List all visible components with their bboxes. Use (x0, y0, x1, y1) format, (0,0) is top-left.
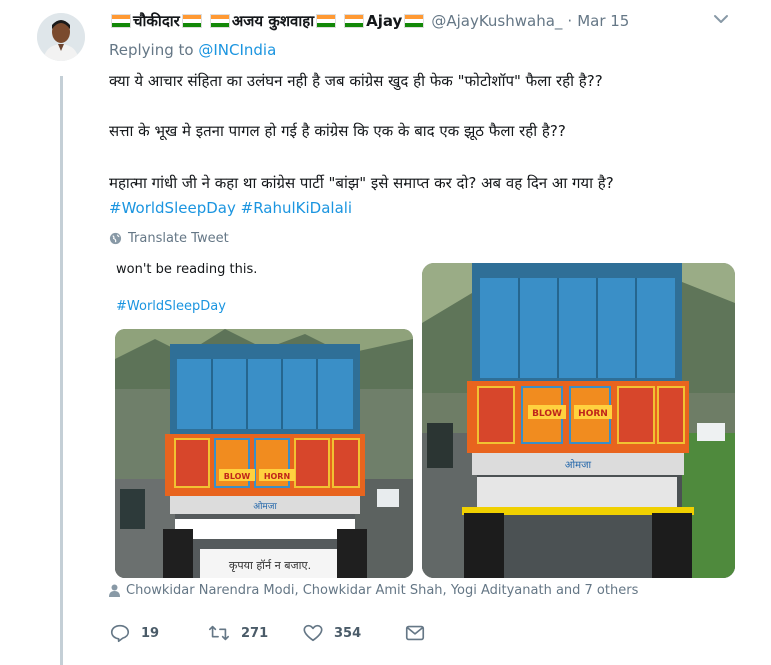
reply-icon (110, 624, 130, 643)
translate-tweet[interactable]: Translate Tweet (109, 231, 229, 246)
tweet-line-3: महात्मा गांधी जी ने कहा था कांग्रेस पार्… (109, 174, 614, 192)
media-image-right[interactable]: BLOW HORN ओमजा (422, 263, 735, 578)
thread-line (60, 76, 63, 665)
avatar[interactable] (37, 13, 85, 61)
blow-sign: BLOW (224, 472, 251, 481)
reply-button[interactable]: 19 (109, 622, 207, 644)
tweet-timestamp[interactable]: Mar 15 (577, 12, 629, 30)
media-image-left[interactable]: won't be reading this. #WorldSleepDay BL… (107, 255, 416, 578)
tweet-actions: 19 271 354 (109, 618, 426, 648)
author-name-part2[interactable]: अजय कुशवाहा (232, 11, 314, 31)
envelope-icon (405, 625, 425, 641)
tweet-line-2: सत्ता के भूख मे इतना पागल हो गई है कांग्… (109, 122, 566, 140)
truck-plate-text: कृपया हॉर्न न बजाए. (229, 559, 311, 572)
globe-icon (109, 232, 122, 245)
separator-dot: · (567, 12, 573, 30)
truck-brand-left: ओमजा (253, 500, 277, 512)
direct-message-button[interactable] (404, 622, 426, 644)
author-handle[interactable]: @AjayKushwaha_ (431, 12, 562, 30)
tweet-hashtags: #WorldSleepDay #RahulKiDalali (109, 198, 352, 219)
translate-label: Translate Tweet (128, 231, 229, 246)
chevron-down-icon[interactable] (710, 8, 732, 30)
tweet-line-1: क्या ये आचार संहिता का उलंघन नही है जब क… (109, 72, 603, 90)
replying-to-label: Replying to (109, 41, 194, 59)
heart-icon (303, 624, 323, 642)
india-flag-icon (209, 14, 230, 28)
horn-sign-right: HORN (578, 409, 608, 419)
person-icon (109, 584, 120, 597)
retweeted-by[interactable]: Chowkidar Narendra Modi, Chowkidar Amit … (109, 583, 638, 598)
author-name-part3[interactable]: Ajay (366, 12, 402, 30)
like-button[interactable]: 354 (302, 622, 404, 644)
retweet-count: 271 (241, 625, 269, 641)
embedded-hashtag: #WorldSleepDay (116, 299, 226, 314)
india-flag-icon (344, 14, 365, 28)
retweeted-by-text: Chowkidar Narendra Modi, Chowkidar Amit … (126, 583, 639, 598)
hashtag-rahul-ki-dalali[interactable]: #RahulKiDalali (241, 199, 352, 217)
replying-to-handle[interactable]: @INCIndia (198, 41, 276, 59)
avatar-image (37, 13, 85, 61)
tweet-header: चौकीदार अजय कुशवाहा Ajay @AjayKushwaha_ … (109, 9, 629, 33)
horn-sign: HORN (264, 472, 290, 481)
india-flag-icon (316, 14, 337, 28)
truck-brand-right: ओमजा (565, 459, 592, 471)
embedded-caption: won't be reading this. (116, 262, 258, 277)
like-count: 354 (334, 625, 362, 641)
reply-count: 19 (141, 625, 160, 641)
author-name-part1[interactable]: चौकीदार (133, 11, 180, 31)
india-flag-icon (111, 14, 131, 28)
india-flag-icon (404, 14, 425, 28)
truck-photo-left: BLOW HORN ओमजा कृपया हॉर्न न बजाए. (115, 329, 413, 578)
retweet-button[interactable]: 271 (207, 622, 302, 644)
blow-sign-right: BLOW (532, 409, 562, 419)
retweet-icon (209, 625, 229, 641)
india-flag-icon (181, 14, 202, 28)
hashtag-world-sleep-day[interactable]: #WorldSleepDay (109, 199, 236, 217)
replying-to: Replying to @INCIndia (109, 41, 276, 59)
